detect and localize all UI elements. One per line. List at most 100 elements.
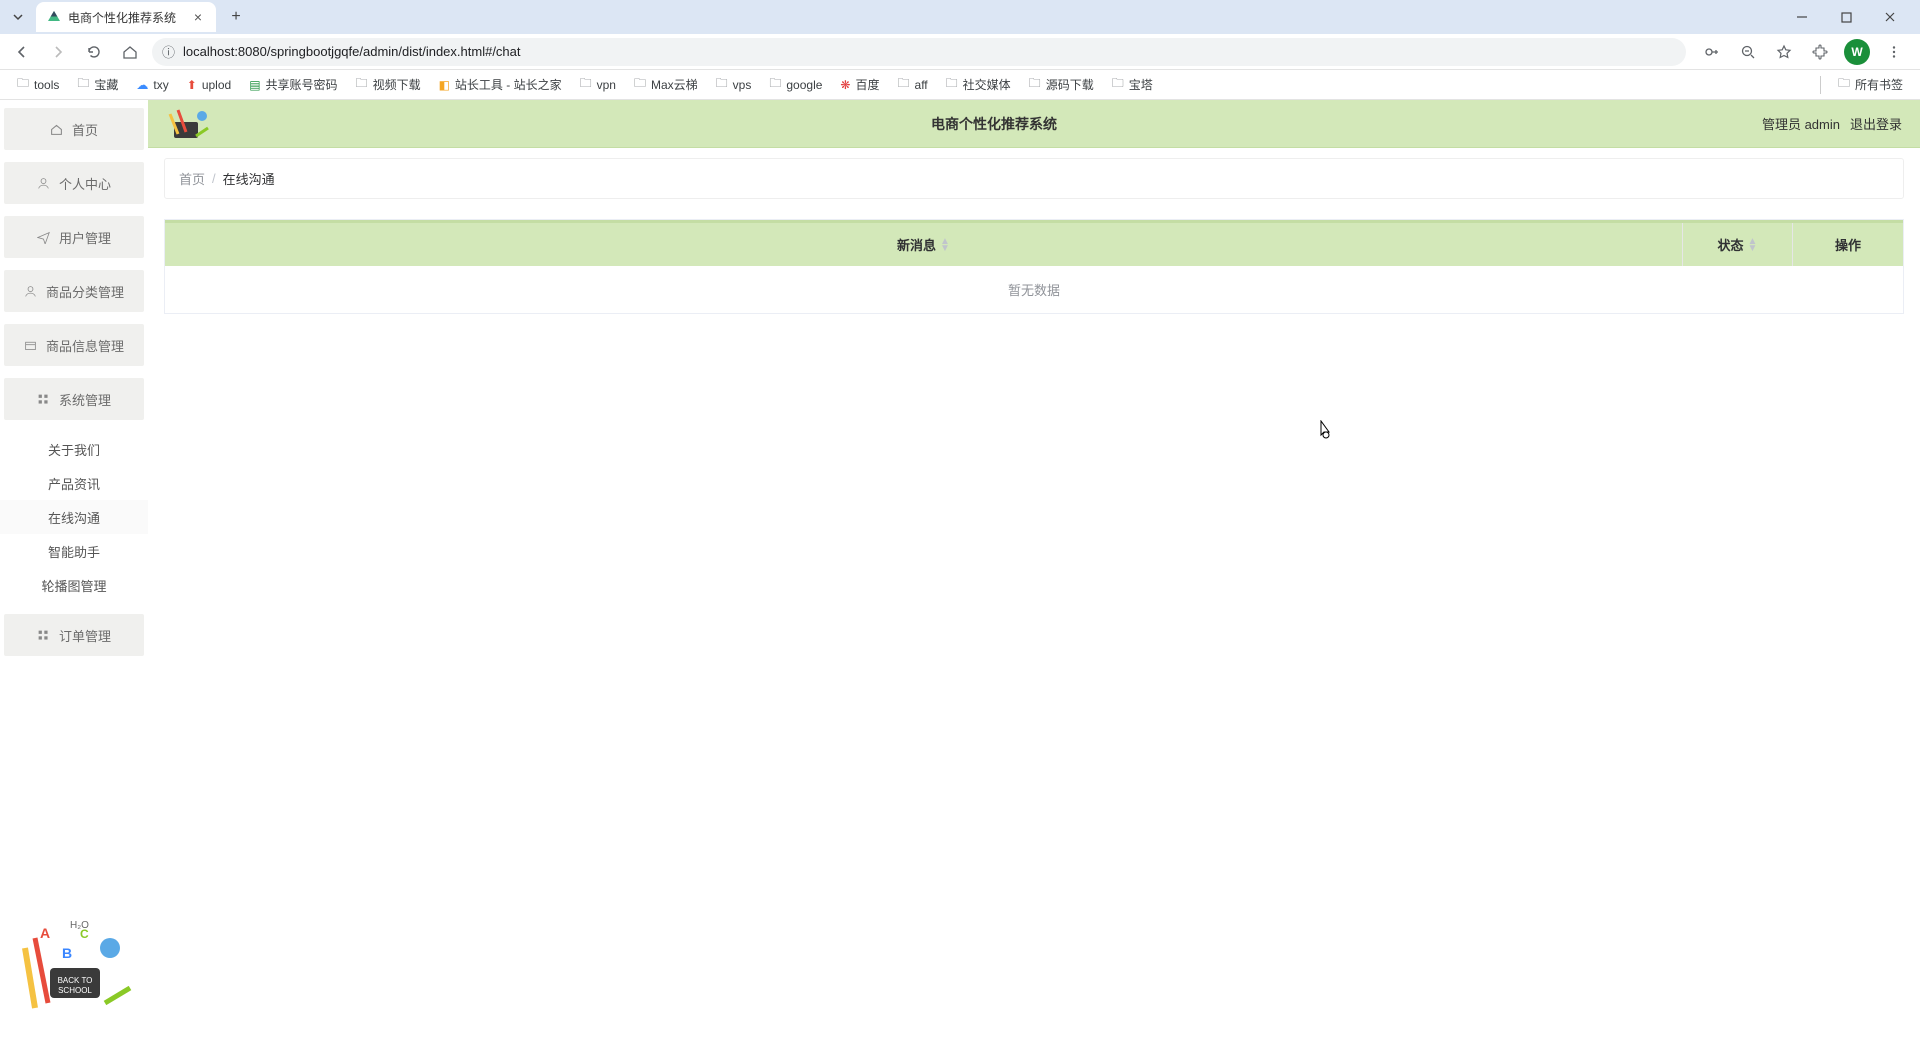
sort-icon[interactable]: ▲▼ [1748,238,1758,252]
sidebar-sub-carousel[interactable]: 轮播图管理 [0,568,148,602]
app-title: 电商个性化推荐系统 [226,114,1762,134]
sidebar-sub-assistant[interactable]: 智能助手 [0,534,148,568]
tool-icon: ◧ [439,78,450,92]
svg-text:BACK TO: BACK TO [58,976,93,985]
main-content: 电商个性化推荐系统 管理员 admin 退出登录 首页 / 在线沟通 新消息 ▲… [148,100,1920,1038]
extensions-icon[interactable] [1808,40,1832,64]
bookmark-all[interactable]: 🗀所有书签 [1831,71,1910,98]
folder-icon: 🗀 [716,74,728,95]
cloud-icon: ☁ [136,78,148,92]
app-root: 首页 个人中心 用户管理 商品分类管理 商品信息管理 系统管理 关于我们 产品资… [0,100,1920,1038]
folder-icon: 🗀 [898,74,910,95]
sidebar-item-profile[interactable]: 个人中心 [4,162,144,204]
sidebar-item-label: 用户管理 [59,228,111,247]
bookmark-zhanzhang[interactable]: ◧站长工具 - 站长之家 [432,73,569,96]
url-field[interactable]: ⓘ localhost:8080/springbootjgqfe/admin/d… [152,38,1686,66]
sidebar-item-label: 商品信息管理 [46,336,124,355]
folder-icon: 🗀 [356,74,368,95]
sidebar-item-system[interactable]: 系统管理 [4,378,144,420]
sidebar: 首页 个人中心 用户管理 商品分类管理 商品信息管理 系统管理 关于我们 产品资… [0,100,148,1038]
bookmark-share-pwd[interactable]: ▤共享账号密码 [242,73,344,96]
sidebar-item-label: 系统管理 [59,390,111,409]
breadcrumb: 首页 / 在线沟通 [164,158,1904,199]
nav-reload-icon[interactable] [80,38,108,66]
bookmark-vpn[interactable]: 🗀vpn [573,71,623,98]
tab-bar: 电商个性化推荐系统 × + [0,0,1920,34]
bookmark-bar: 🗀tools 🗀宝藏 ☁txy ⬆uplod ▤共享账号密码 🗀视频下载 ◧站长… [0,70,1920,100]
nav-back-icon[interactable] [8,38,36,66]
bookmark-maxcloud[interactable]: 🗀Max云梯 [627,71,705,98]
grid-icon [37,628,51,642]
bookmark-video-dl[interactable]: 🗀视频下载 [349,71,428,98]
svg-text:B: B [62,945,72,961]
bookmark-tools[interactable]: 🗀tools [10,71,66,98]
home-icon [50,122,64,136]
table-empty-state: 暂无数据 [165,266,1903,313]
app-logo-icon [166,104,214,144]
bookmark-baozang[interactable]: 🗀宝藏 [70,71,125,98]
folder-icon: 🗀 [1838,74,1850,95]
breadcrumb-home[interactable]: 首页 [179,169,205,188]
sidebar-sub-about[interactable]: 关于我们 [0,432,148,466]
browser-menu-icon[interactable] [1882,40,1906,64]
table-header: 新消息 ▲▼ 状态 ▲▼ 操作 [165,220,1903,266]
folder-icon: 🗀 [769,74,781,95]
breadcrumb-separator: / [212,171,216,186]
user-icon [37,176,51,190]
browser-tab[interactable]: 电商个性化推荐系统 × [36,2,216,32]
sidebar-item-product[interactable]: 商品信息管理 [4,324,144,366]
column-header-message[interactable]: 新消息 ▲▼ [165,223,1683,266]
bookmark-source-dl[interactable]: 🗀源码下载 [1022,71,1101,98]
topbar: 电商个性化推荐系统 管理员 admin 退出登录 [148,100,1920,148]
tab-search-dropdown[interactable] [6,5,30,29]
sidebar-item-users[interactable]: 用户管理 [4,216,144,258]
bookmark-txy[interactable]: ☁txy [129,75,175,95]
bookmark-aff[interactable]: 🗀aff [891,71,935,98]
new-tab-button[interactable]: + [224,5,248,29]
site-info-icon[interactable]: ⓘ [162,42,175,61]
browser-chrome: 电商个性化推荐系统 × + ⓘ localhost:8080/springboo… [0,0,1920,100]
window-close-icon[interactable] [1876,3,1904,31]
address-bar: ⓘ localhost:8080/springbootjgqfe/admin/d… [0,34,1920,70]
topbar-user: 管理员 admin [1762,114,1840,133]
folder-icon: 🗀 [634,74,646,95]
logout-link[interactable]: 退出登录 [1850,114,1902,133]
sidebar-item-home[interactable]: 首页 [4,108,144,150]
nav-home-icon[interactable] [116,38,144,66]
svg-text:H₂O: H₂O [70,920,89,931]
bookmark-google[interactable]: 🗀google [762,71,829,98]
bookmark-social[interactable]: 🗀社交媒体 [939,71,1018,98]
column-header-status[interactable]: 状态 ▲▼ [1683,223,1793,266]
window-minimize-icon[interactable] [1788,3,1816,31]
zoom-icon[interactable] [1736,40,1760,64]
tab-title: 电商个性化推荐系统 [68,9,184,26]
sidebar-item-label: 个人中心 [59,174,111,193]
folder-icon: 🗀 [17,74,29,95]
folder-icon: 🗀 [580,74,592,95]
bookmark-vps[interactable]: 🗀vps [709,71,759,98]
window-maximize-icon[interactable] [1832,3,1860,31]
password-key-icon[interactable] [1700,40,1724,64]
svg-text:A: A [40,925,50,941]
grid-icon [37,392,51,406]
sheet-icon: ▤ [249,78,260,92]
data-table: 新消息 ▲▼ 状态 ▲▼ 操作 暂无数据 [164,219,1904,314]
nav-forward-icon[interactable] [44,38,72,66]
sort-icon[interactable]: ▲▼ [940,238,950,252]
vue-favicon-icon [46,9,62,25]
sidebar-item-category[interactable]: 商品分类管理 [4,270,144,312]
sidebar-item-orders[interactable]: 订单管理 [4,614,144,656]
bookmark-star-icon[interactable] [1772,40,1796,64]
bookmark-uplod[interactable]: ⬆uplod [180,75,238,95]
sidebar-sub-chat[interactable]: 在线沟通 [0,500,148,534]
bookmark-baota[interactable]: 🗀宝塔 [1105,71,1160,98]
svg-text:SCHOOL: SCHOOL [58,986,92,995]
url-text: localhost:8080/springbootjgqfe/admin/dis… [183,44,1676,59]
bookmark-baidu[interactable]: ❋百度 [833,73,886,96]
profile-avatar[interactable]: W [1844,39,1870,65]
sidebar-sub-news[interactable]: 产品资讯 [0,466,148,500]
tab-close-icon[interactable]: × [190,9,206,25]
folder-icon: 🗀 [1112,74,1124,95]
sidebar-decoration-icon: BACK TO SCHOOL A B C H₂O [0,908,148,1038]
folder-icon: 🗀 [77,74,89,95]
